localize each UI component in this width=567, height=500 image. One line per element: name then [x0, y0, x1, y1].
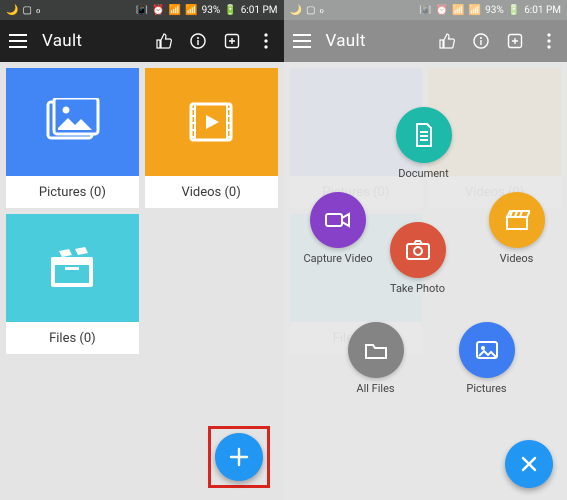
fab-wrap [505, 440, 553, 488]
app-bar: Vault [0, 20, 284, 62]
pictures-icon [6, 68, 139, 176]
square-icon: ▢ [22, 5, 31, 16]
menu-pictures[interactable]: Pictures [459, 322, 515, 395]
tile-pictures[interactable]: Pictures (0) [6, 68, 139, 208]
vibrate-icon: 📳 [419, 5, 431, 16]
moon-icon: 🌙 [6, 5, 18, 16]
menu-document-label: Document [398, 167, 448, 180]
menu-pictures-label: Pictures [466, 382, 506, 395]
screen-vault-add-menu: 🌙 ▢ ℴ 📳 ⏰ 📶 📶 93% 🔋 6:01 PM Vault Pictur… [284, 0, 567, 500]
image-icon [459, 322, 515, 378]
tile-files-label: Files (0) [6, 322, 139, 354]
square-icon: ▢ [306, 5, 315, 16]
add-box-icon[interactable] [222, 31, 242, 51]
menu-capture-video[interactable]: Capture Video [304, 192, 373, 265]
status-bar: 🌙 ▢ ℴ 📳 ⏰ 📶 📶 93% 🔋 6:01 PM [284, 0, 567, 20]
content-grid-area: Pictures (0) Videos (0) Files (0) [0, 62, 284, 500]
menu-icon[interactable] [8, 31, 28, 51]
fab-close[interactable] [505, 440, 553, 488]
app-title: Vault [42, 31, 140, 51]
tile-videos-label: Videos (0) [145, 176, 278, 208]
tile-files[interactable]: Files (0) [6, 214, 139, 354]
screen-vault-home: 🌙 ▢ ℴ 📳 ⏰ 📶 📶 93% 🔋 6:01 PM Vault [0, 0, 284, 500]
app-bar: Vault [284, 20, 567, 62]
tile-pictures-label: Pictures (0) [6, 176, 139, 208]
thumbs-up-icon[interactable] [154, 31, 174, 51]
flame-icon: ℴ [319, 5, 324, 16]
fab-highlight-box [208, 426, 270, 488]
fab-add[interactable] [215, 433, 263, 481]
alarm-icon: ⏰ [436, 5, 448, 16]
time-text: 6:01 PM [241, 5, 278, 16]
vibrate-icon: 📳 [136, 5, 148, 16]
camera-icon [390, 222, 446, 278]
overflow-icon[interactable] [256, 31, 276, 51]
videos-icon [145, 68, 278, 176]
add-box-icon [505, 31, 525, 51]
clapperboard-icon [489, 192, 545, 248]
info-icon[interactable] [188, 31, 208, 51]
info-icon [471, 31, 491, 51]
flame-icon: ℴ [36, 5, 41, 16]
battery-icon: 🔋 [224, 5, 236, 16]
tile-videos[interactable]: Videos (0) [145, 68, 278, 208]
content-grid-area: Pictures (0) Videos (0) Files (0) Docume… [284, 62, 567, 500]
thumbs-up-icon [437, 31, 457, 51]
signal-icon: 📶 [185, 5, 197, 16]
alarm-icon: ⏰ [152, 5, 164, 16]
battery-text: 93% [202, 5, 221, 16]
signal-icon: 📶 [469, 5, 481, 16]
menu-all-files[interactable]: All Files [348, 322, 404, 395]
time-text: 6:01 PM [524, 5, 561, 16]
wifi-icon: 📶 [452, 5, 464, 16]
menu-document[interactable]: Document [396, 107, 452, 180]
wifi-icon: 📶 [169, 5, 181, 16]
battery-text: 93% [485, 5, 504, 16]
menu-all-files-label: All Files [356, 382, 394, 395]
menu-take-photo[interactable]: Take Photo [390, 222, 446, 295]
moon-icon: 🌙 [290, 5, 302, 16]
menu-videos-label: Videos [500, 252, 534, 265]
menu-take-photo-label: Take Photo [390, 282, 445, 295]
menu-icon [292, 31, 312, 51]
folder-icon [348, 322, 404, 378]
menu-videos[interactable]: Videos [489, 192, 545, 265]
camcorder-icon [310, 192, 366, 248]
status-bar: 🌙 ▢ ℴ 📳 ⏰ 📶 📶 93% 🔋 6:01 PM [0, 0, 284, 20]
overflow-icon [539, 31, 559, 51]
menu-capture-video-label: Capture Video [304, 252, 373, 265]
battery-icon: 🔋 [508, 5, 520, 16]
app-title: Vault [326, 31, 424, 51]
files-icon [6, 214, 139, 322]
document-icon [396, 107, 452, 163]
